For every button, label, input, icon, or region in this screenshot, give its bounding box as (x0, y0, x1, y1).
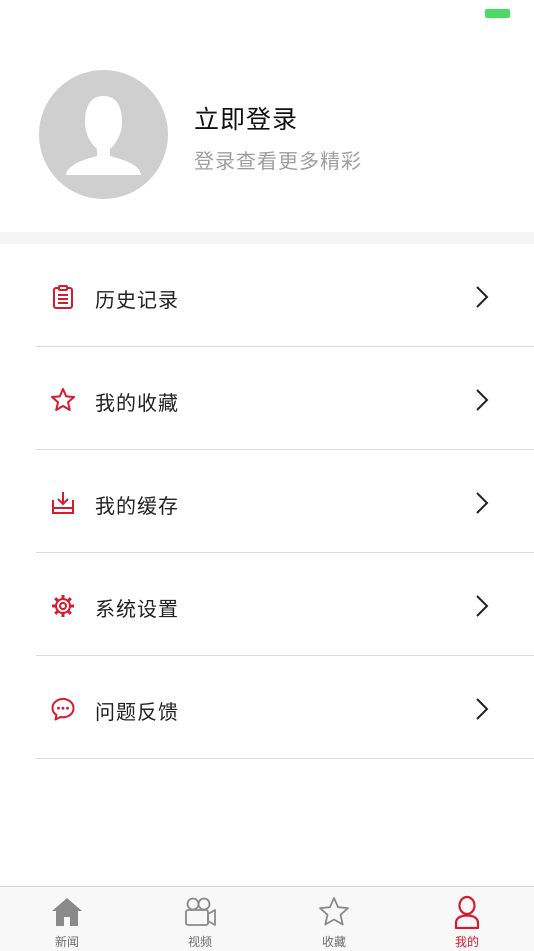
chevron-right-icon (476, 698, 489, 720)
menu-item-favorites[interactable]: 我的收藏 (0, 347, 534, 450)
home-icon (52, 898, 82, 926)
section-divider (0, 232, 534, 244)
menu-item-label: 我的收藏 (95, 391, 179, 415)
tab-label: 新闻 (54, 935, 79, 949)
divider (36, 758, 534, 759)
chevron-right-icon (476, 286, 489, 308)
login-title[interactable]: 立即登录 (194, 100, 298, 136)
chat-bubble-icon (51, 698, 75, 721)
tab-mine[interactable]: 我的 (422, 887, 512, 951)
menu-item-label: 系统设置 (95, 597, 179, 621)
tab-label: 我的 (454, 935, 479, 949)
tab-news[interactable]: 新闻 (22, 887, 112, 951)
tab-bar: 新闻 视频 收藏 我的 (0, 886, 534, 951)
profile-header[interactable]: 立即登录 登录查看更多精彩 (0, 30, 534, 232)
tab-favorites[interactable]: 收藏 (289, 887, 379, 951)
chevron-right-icon (476, 389, 489, 411)
star-icon (51, 388, 75, 411)
chevron-right-icon (476, 492, 489, 514)
menu-item-label: 问题反馈 (95, 700, 179, 724)
menu-item-label: 我的缓存 (95, 494, 179, 518)
tab-video[interactable]: 视频 (155, 887, 245, 951)
menu-item-settings[interactable]: 系统设置 (0, 553, 534, 656)
chevron-right-icon (476, 595, 489, 617)
video-camera-icon (185, 897, 216, 926)
battery-icon (485, 9, 510, 18)
tab-label: 收藏 (321, 935, 346, 949)
person-icon (454, 895, 480, 929)
menu-item-cache[interactable]: 我的缓存 (0, 450, 534, 553)
status-bar (0, 0, 534, 30)
gear-icon (52, 595, 74, 617)
avatar[interactable] (39, 70, 168, 199)
menu-list: 历史记录 我的收藏 我的缓存 系统设置 问题反馈 (0, 244, 534, 759)
menu-item-history[interactable]: 历史记录 (0, 244, 534, 347)
tab-label: 视频 (187, 935, 212, 949)
login-subtitle: 登录查看更多精彩 (194, 149, 362, 173)
menu-item-feedback[interactable]: 问题反馈 (0, 656, 534, 759)
menu-item-label: 历史记录 (95, 288, 179, 312)
clipboard-icon (53, 285, 73, 309)
download-tray-icon (52, 492, 74, 514)
person-silhouette-icon (66, 96, 141, 175)
star-icon (319, 897, 349, 926)
